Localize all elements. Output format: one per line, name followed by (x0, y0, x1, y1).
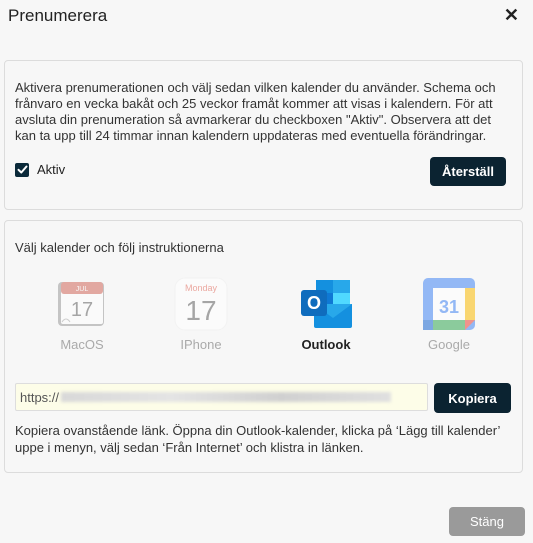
outlook-icon-letter: O (307, 293, 321, 313)
close-button[interactable]: Stäng (449, 507, 525, 536)
macos-icon-day: 17 (71, 299, 93, 321)
iphone-calendar-icon: Monday 17 (173, 276, 229, 332)
close-icon[interactable]: ✕ (504, 6, 519, 24)
calendar-instructions: Kopiera ovanstående länk. Öppna din Outl… (15, 423, 500, 455)
calendar-heading: Välj kalender och följ instruktionerna (15, 240, 224, 255)
checkmark-icon (17, 165, 27, 174)
outlook-icon: O (298, 276, 354, 332)
macos-calendar-icon: JUL 17 (54, 276, 110, 332)
active-label: Aktiv (37, 162, 66, 177)
calendar-option-label: Google (428, 337, 470, 352)
google-calendar-icon: 31 (421, 276, 477, 332)
macos-icon-month: JUL (76, 286, 89, 293)
subscription-panel: Aktivera prenumerationen och välj sedan … (4, 60, 523, 210)
calendar-option-label: MacOS (60, 337, 104, 352)
calendar-option-outlook[interactable]: O Outlook (286, 276, 366, 352)
copy-button[interactable]: Kopiera (434, 383, 511, 413)
google-icon-day: 31 (439, 297, 459, 317)
active-checkbox-row[interactable]: Aktiv (15, 162, 65, 177)
dialog-title: Prenumerera (8, 6, 108, 25)
calendar-panel: Välj kalender och följ instruktionerna J… (4, 220, 523, 473)
calendar-option-iphone[interactable]: Monday 17 IPhone (161, 276, 241, 352)
calendar-option-macos[interactable]: JUL 17 MacOS (42, 276, 122, 352)
calendar-option-label: Outlook (301, 337, 351, 352)
calendar-option-label: IPhone (180, 337, 222, 352)
subscribe-dialog: Prenumerera ✕ Aktivera prenumerationen o… (0, 0, 533, 543)
reset-button[interactable]: Återställ (430, 157, 506, 186)
active-checkbox[interactable] (15, 162, 29, 177)
subscription-url-field[interactable]: https:// (15, 383, 428, 411)
iphone-icon-day: 17 (185, 295, 216, 326)
subscription-description: Aktivera prenumerationen och välj sedan … (15, 80, 496, 143)
iphone-icon-weekday: Monday (185, 283, 218, 293)
calendar-option-google[interactable]: 31 Google (409, 276, 489, 352)
url-prefix: https:// (20, 389, 60, 405)
url-redacted (61, 392, 392, 402)
